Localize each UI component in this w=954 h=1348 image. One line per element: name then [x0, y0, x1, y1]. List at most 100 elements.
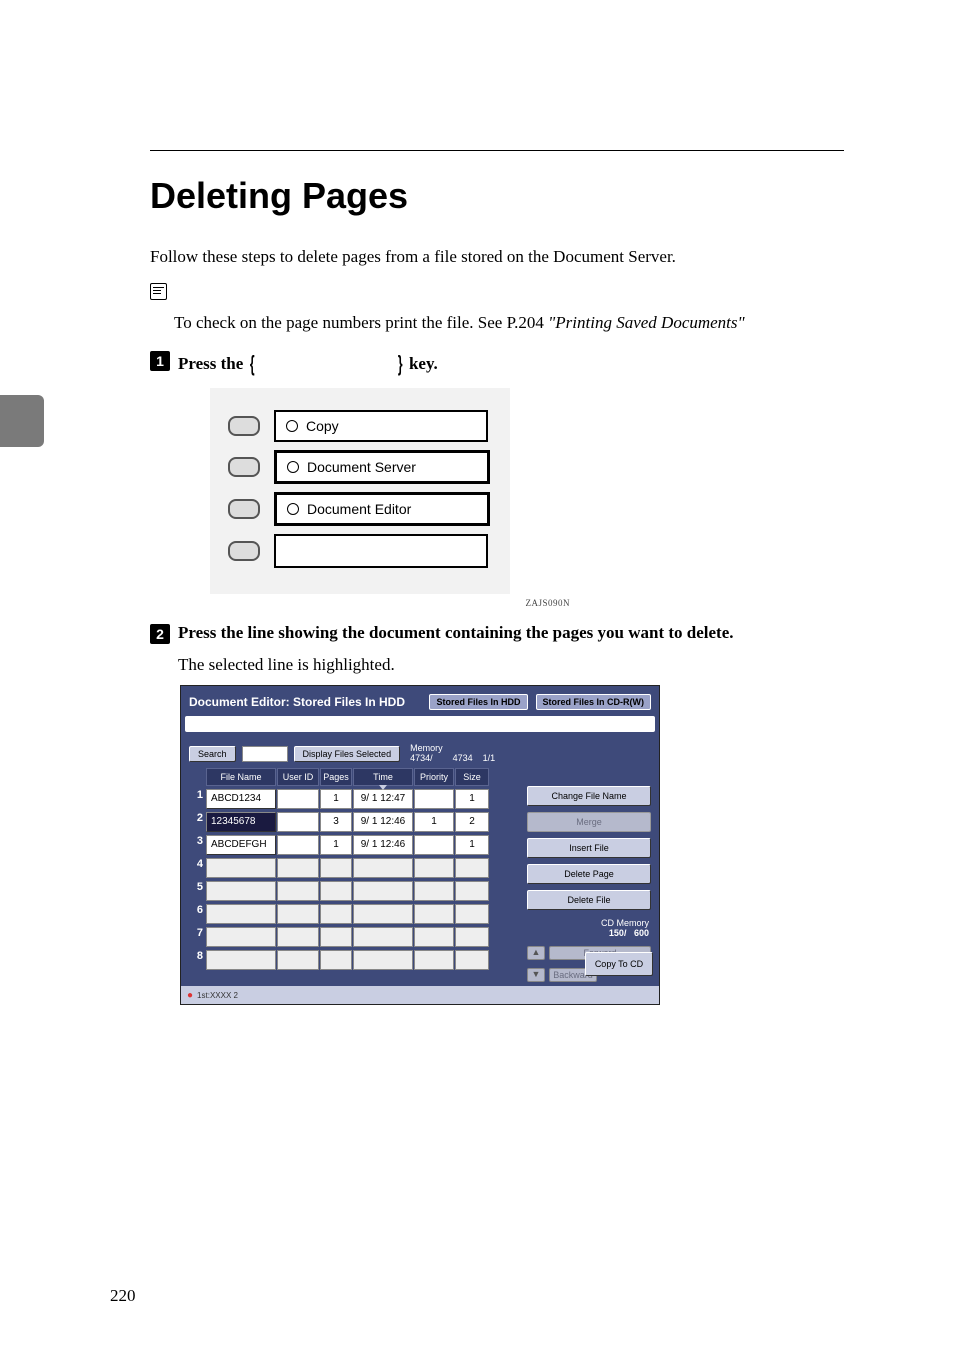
hardware-button[interactable]: [228, 457, 260, 477]
cell-time: [353, 858, 413, 878]
tab-hdd[interactable]: Stored Files In HDD: [429, 694, 527, 710]
step-1: 1 Press the {} key.: [150, 349, 844, 379]
cell-filename[interactable]: ABCDEFGH: [206, 835, 276, 855]
table-row[interactable]: 6: [189, 904, 517, 924]
cell-size: 1: [455, 835, 489, 855]
led-icon: [287, 461, 299, 473]
cell-size: [455, 927, 489, 947]
cell-pages: [320, 950, 352, 970]
col-priority[interactable]: Priority: [414, 768, 454, 786]
cell-filename[interactable]: ABCD1234: [206, 789, 276, 809]
delete-file-button[interactable]: Delete File: [527, 890, 651, 910]
cell-filename[interactable]: 12345678: [206, 812, 276, 832]
cell-size: [455, 858, 489, 878]
step-2-body: The selected line is highlighted.: [178, 655, 844, 675]
status-bar: ● 1st:XXXX 2: [181, 986, 659, 1004]
mode-text: Document Server: [307, 459, 416, 475]
copy-to-cd-button[interactable]: Copy To CD: [585, 952, 653, 976]
table-row[interactable]: 4: [189, 858, 517, 878]
step-2: 2 Press the line showing the document co…: [150, 622, 844, 645]
mode-text: Document Editor: [307, 501, 411, 517]
cell-pages: [320, 904, 352, 924]
cell-time: [353, 950, 413, 970]
mode-panel-figure: Copy Document Server Document Editor: [210, 388, 510, 594]
col-size[interactable]: Size: [455, 768, 489, 786]
cell-priority: [414, 927, 454, 947]
mode-row-copy: Copy: [228, 410, 492, 442]
led-icon: [286, 420, 298, 432]
hardware-button[interactable]: [228, 499, 260, 519]
row-number: 7: [189, 927, 205, 947]
cell-filename[interactable]: [206, 858, 276, 878]
delete-page-button[interactable]: Delete Page: [527, 864, 651, 884]
file-table-area: File Name User ID Pages Time Priority Si…: [181, 766, 659, 986]
memory-total: 4734: [453, 754, 473, 764]
screen-titlebar: Document Editor: Stored Files In HDD Sto…: [181, 686, 659, 716]
cell-filename[interactable]: [206, 950, 276, 970]
search-field[interactable]: [242, 746, 288, 762]
change-file-name-button[interactable]: Change File Name: [527, 786, 651, 806]
cell-pages: 1: [320, 789, 352, 809]
row-number: 6: [189, 904, 205, 924]
tab-cd[interactable]: Stored Files In CD-R(W): [536, 694, 652, 710]
table-row[interactable]: 8: [189, 950, 517, 970]
cell-pages: 3: [320, 812, 352, 832]
cell-userid: [277, 812, 319, 832]
cell-filename[interactable]: [206, 904, 276, 924]
cell-time: [353, 904, 413, 924]
insert-file-button[interactable]: Insert File: [527, 838, 651, 858]
search-button[interactable]: Search: [189, 746, 236, 762]
screen-toolbar: Search Display Files Selected Memory 473…: [181, 732, 659, 766]
page-indicator: 1/1: [483, 754, 496, 764]
screen-title-text: Document Editor: Stored Files In HDD: [189, 695, 405, 709]
screen-message-bar: [185, 716, 655, 732]
cell-time: 9/ 1 12:46: [353, 835, 413, 855]
col-time[interactable]: Time: [353, 768, 413, 786]
hardware-button[interactable]: [228, 416, 260, 436]
cell-size: [455, 904, 489, 924]
table-row[interactable]: 5: [189, 881, 517, 901]
note-prefix: To check on the page numbers print the f…: [174, 313, 507, 332]
cell-size: 1: [455, 789, 489, 809]
cell-filename[interactable]: [206, 881, 276, 901]
mode-row-doc-server: Document Server: [228, 450, 492, 484]
figure-code: ZAJS090N: [210, 598, 570, 608]
heading-deleting-pages: Deleting Pages: [150, 175, 844, 217]
memory-label: Memory: [410, 743, 443, 753]
note-text: To check on the page numbers print the f…: [174, 311, 844, 335]
cell-userid: [277, 904, 319, 924]
cell-pages: [320, 858, 352, 878]
row-number: 2: [189, 812, 205, 832]
merge-button[interactable]: Merge: [527, 812, 651, 832]
cell-priority: [414, 789, 454, 809]
col-pages[interactable]: Pages: [320, 768, 352, 786]
cell-userid: [277, 789, 319, 809]
cell-time: [353, 881, 413, 901]
mode-label-doc-editor: Document Editor: [274, 492, 490, 526]
up-arrow-icon[interactable]: ▲: [527, 946, 545, 960]
down-arrow-icon[interactable]: ▼: [527, 968, 545, 982]
keycap-left: {: [249, 349, 254, 379]
col-filename[interactable]: File Name: [206, 768, 276, 786]
top-rule: [150, 150, 844, 151]
col-userid[interactable]: User ID: [277, 768, 319, 786]
cd-memory-indicator: CD Memory 150/ 600: [527, 918, 649, 938]
cell-userid: [277, 835, 319, 855]
step-number-2: 2: [150, 624, 170, 644]
table-row[interactable]: 7: [189, 927, 517, 947]
led-icon: [287, 503, 299, 515]
step-number-1: 1: [150, 351, 170, 371]
table-row[interactable]: 3ABCDEFGH19/ 1 12:461: [189, 835, 517, 855]
intro-text: Follow these steps to delete pages from …: [150, 245, 844, 269]
memory-cur: 4734: [410, 753, 430, 763]
cell-userid: [277, 858, 319, 878]
mode-row-doc-editor: Document Editor: [228, 492, 492, 526]
display-selected-button[interactable]: Display Files Selected: [294, 746, 401, 762]
cell-priority: [414, 950, 454, 970]
cell-filename[interactable]: [206, 927, 276, 947]
hardware-button[interactable]: [228, 541, 260, 561]
mode-label-copy: Copy: [274, 410, 488, 442]
table-row[interactable]: 21234567839/ 1 12:4612: [189, 812, 517, 832]
table-row[interactable]: 1ABCD123419/ 1 12:471: [189, 789, 517, 809]
memory-indicator: Memory 4734/: [410, 744, 443, 764]
